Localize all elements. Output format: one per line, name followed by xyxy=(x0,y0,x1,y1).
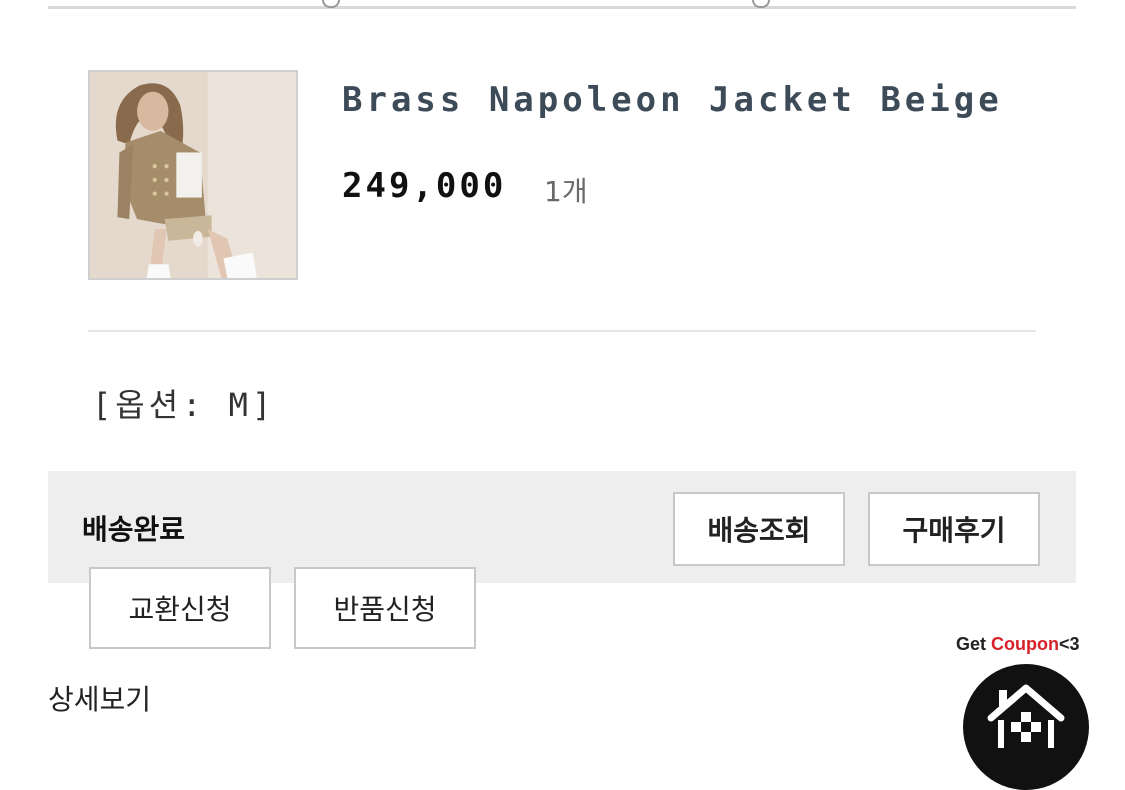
coupon-text-coupon: Coupon xyxy=(991,634,1059,654)
home-floating-button[interactable] xyxy=(963,664,1089,790)
write-review-button[interactable]: 구매후기 xyxy=(868,492,1040,566)
home-icon xyxy=(987,684,1065,748)
product-name[interactable]: Brass Napoleon Jacket Beige xyxy=(342,80,1003,120)
coupon-text-get: Get xyxy=(956,634,992,654)
track-delivery-button[interactable]: 배송조회 xyxy=(673,492,845,566)
top-divider xyxy=(48,6,1076,9)
shipping-status: 배송완료 xyxy=(82,513,186,546)
return-request-button[interactable]: 반품신청 xyxy=(294,567,476,649)
product-thumbnail[interactable] xyxy=(88,70,298,280)
view-details-link[interactable]: 상세보기 xyxy=(48,678,151,718)
product-quantity: 1개 xyxy=(544,175,588,208)
product-option: [옵션: M] xyxy=(92,386,276,424)
product-image xyxy=(90,72,296,278)
item-divider xyxy=(88,330,1036,332)
coupon-text-heart: <3 xyxy=(1059,634,1080,654)
product-price: 249,000 xyxy=(342,166,507,206)
exchange-request-button[interactable]: 교환신청 xyxy=(89,567,271,649)
get-coupon-link[interactable]: Get Coupon<3 xyxy=(956,634,1080,655)
